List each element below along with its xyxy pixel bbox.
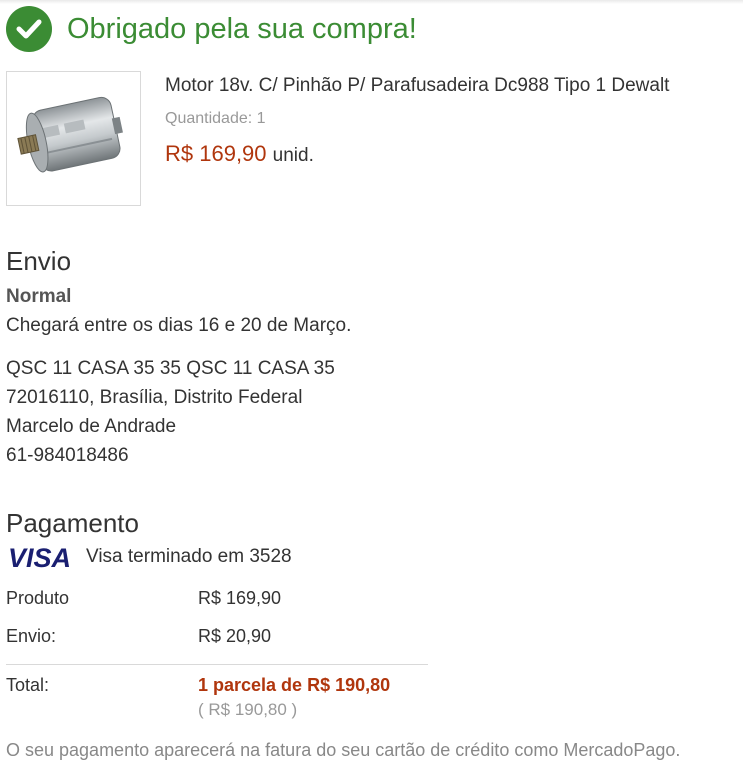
recipient-name: Marcelo de Andrade [6, 416, 177, 437]
card-description: Visa terminado em 3528 [86, 546, 292, 567]
confirmation-header: Obrigado pela sua compra! [6, 6, 417, 52]
check-circle-icon [6, 6, 52, 52]
product-image[interactable] [6, 71, 141, 206]
page-title: Obrigado pela sua compra! [67, 12, 417, 45]
payment-title: Pagamento [6, 508, 139, 538]
shipping-title: Envio [6, 246, 72, 276]
price-unit: unid. [272, 145, 314, 166]
payment-footnote: O seu pagamento aparecerá na fatura do s… [6, 740, 681, 760]
recipient-phone: 61-984018486 [6, 445, 129, 466]
total-divider [6, 664, 428, 665]
product-quantity: Quantidade: 1 [165, 110, 266, 127]
card-row: VISA Visa terminado em 3528 [6, 542, 292, 572]
address-line-1: QSC 11 CASA 35 35 QSC 11 CASA 35 [6, 358, 335, 379]
price-value: R$ 169,90 [165, 141, 267, 166]
total-value: 1 parcela de R$ 190,80 [198, 675, 391, 695]
total-label: Total: [6, 675, 50, 695]
total-amount: ( R$ 190,80 ) [198, 700, 298, 719]
product-total-label: Produto [6, 588, 70, 608]
shipping-cost-value: R$ 20,90 [198, 626, 272, 646]
product-price: R$ 169,90 unid. [165, 141, 314, 167]
visa-logo: VISA [8, 543, 71, 571]
top-shadow [0, 0, 743, 4]
shipping-eta: Chegará entre os dias 16 e 20 de Março. [6, 315, 352, 336]
address-line-2: 72016110, Brasília, Distrito Federal [6, 387, 303, 408]
product-total-value: R$ 169,90 [198, 588, 282, 608]
shipping-cost-label: Envio: [6, 626, 57, 646]
product-name[interactable]: Motor 18v. C/ Pinhão P/ Parafusadeira Dc… [165, 75, 669, 97]
visa-logo-text: VISA [8, 543, 71, 571]
shipping-method: Normal [6, 286, 72, 307]
